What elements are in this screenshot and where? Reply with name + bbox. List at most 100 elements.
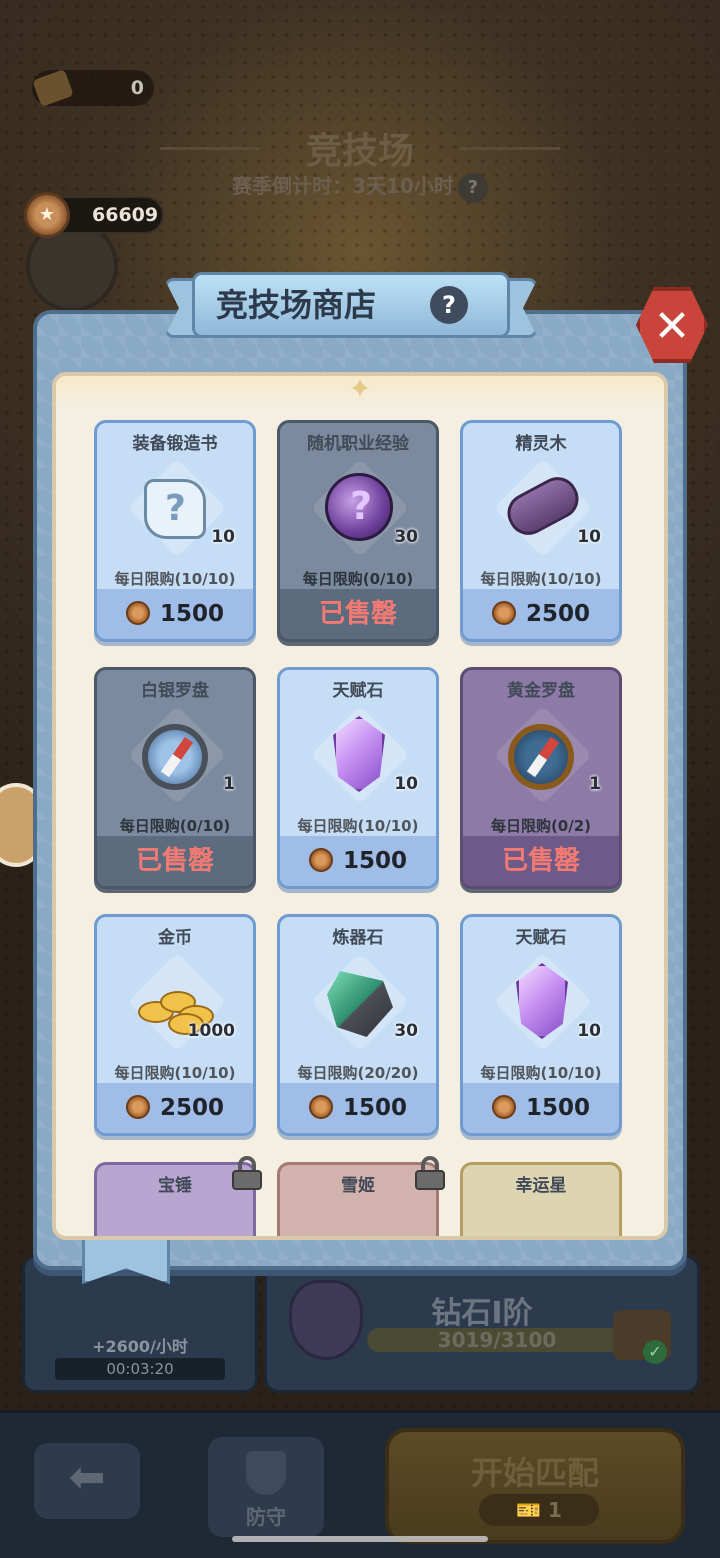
shop-item-card[interactable]: 装备锻造书 10 每日限购(10/10) 1500: [94, 420, 256, 642]
shop-item-card[interactable]: 随机职业经验 30 每日限购(0/10) 已售罄: [277, 420, 439, 642]
shop-item-card[interactable]: 精灵木 10 每日限购(10/10) 2500: [460, 420, 622, 642]
shop-title-banner: 竞技场商店 ?: [164, 272, 538, 342]
item-name: 黄金罗盘: [507, 681, 575, 701]
item-name: 金币: [158, 928, 192, 948]
item-price: 1500: [525, 1095, 590, 1121]
item-count: 1: [589, 774, 601, 794]
item-count: 1000: [187, 1021, 235, 1041]
talent-stone-icon: [310, 705, 410, 805]
shop-item-card[interactable]: 幸运星: [460, 1162, 622, 1236]
item-name: 炼器石: [332, 928, 384, 948]
arena-coin-icon: [491, 1094, 516, 1119]
item-count: 10: [211, 527, 235, 547]
item-price: 已售罄: [318, 599, 397, 629]
item-name: 雪姬: [341, 1176, 375, 1196]
price-button[interactable]: 1500: [97, 589, 253, 639]
ticket-count: 0: [130, 77, 144, 99]
coin-balance-value: 66609: [92, 204, 159, 226]
item-count: 30: [394, 527, 418, 547]
daily-limit: 每日限购(0/10): [119, 817, 231, 835]
shop-title: 竞技场商店: [216, 286, 377, 324]
item-name: 天赋石: [515, 928, 567, 948]
daily-limit: 每日限购(10/10): [480, 570, 602, 588]
start-match-label: 开始匹配: [470, 1454, 599, 1492]
daily-limit: 每日限购(10/10): [297, 817, 419, 835]
income-rate: +2600/小时: [92, 1337, 188, 1356]
gold-compass-icon: [493, 705, 593, 805]
item-count: 30: [394, 1021, 418, 1041]
shop-modal-content: ✦ 装备锻造书 10 每日限购(10/10) 1500 随机职业经验 30 每日限购(0/1…: [52, 372, 668, 1240]
start-match-button[interactable]: 开始匹配 🎫 1: [385, 1428, 685, 1544]
shop-item-card[interactable]: 白银罗盘 1 每日限购(0/10) 已售罄: [94, 667, 256, 889]
item-price: 2500: [159, 1095, 224, 1121]
item-price: 已售罄: [501, 846, 580, 876]
orb-icon: [310, 458, 410, 558]
item-count: 10: [577, 1021, 601, 1041]
item-grid: 装备锻造书 10 每日限购(10/10) 1500 随机职业经验 30 每日限购(0/10)…: [94, 420, 634, 1236]
item-count: 1: [223, 774, 235, 794]
item-price: 1500: [342, 1095, 407, 1121]
sold-out-label: 已售罄: [463, 836, 619, 886]
daily-limit: 每日限购(10/10): [114, 1064, 236, 1082]
item-name: 幸运星: [515, 1176, 567, 1196]
price-button[interactable]: 1500: [280, 836, 436, 886]
check-icon: ✓: [643, 1340, 667, 1364]
close-icon: ✕: [653, 301, 691, 352]
rank-progress-text: 3019/3100: [437, 1328, 557, 1352]
item-name: 白银罗盘: [141, 681, 209, 701]
talent-stone-icon: [493, 952, 593, 1052]
shop-item-card[interactable]: 金币 1000 每日限购(10/10) 2500: [94, 914, 256, 1136]
item-count: 10: [577, 527, 601, 547]
daily-limit: 每日限购(20/20): [297, 1064, 419, 1082]
arena-coin-icon: [308, 847, 333, 872]
season-help-icon[interactable]: ?: [457, 173, 488, 203]
item-name: 宝锤: [158, 1176, 192, 1196]
sold-out-label: 已售罄: [97, 836, 253, 886]
item-name: 天赋石: [332, 681, 384, 701]
item-price: 1500: [159, 601, 224, 627]
arena-coin-icon: [125, 1094, 150, 1119]
home-indicator: [232, 1536, 488, 1542]
price-button[interactable]: 1500: [280, 1083, 436, 1133]
shop-item-card[interactable]: 天赋石 10 每日限购(10/10) 1500: [460, 914, 622, 1136]
income-timer: 00:03:20: [55, 1358, 225, 1380]
rank-progress-bar: 3019/3100: [367, 1328, 627, 1352]
item-name: 精灵木: [515, 434, 567, 454]
daily-limit: 每日限购(0/2): [490, 817, 592, 835]
item-name: 随机职业经验: [307, 434, 409, 454]
ticket-counter: 0: [32, 69, 154, 107]
star-ornament-icon: ✦: [348, 372, 372, 405]
scroll-icon: [127, 458, 227, 558]
daily-limit: 每日限购(0/10): [302, 570, 414, 588]
season-countdown-text: 赛季倒计时：3天10小时: [232, 174, 454, 198]
price-button[interactable]: 2500: [97, 1083, 253, 1133]
arena-title: 竞技场: [305, 131, 414, 172]
lock-icon: [232, 1156, 262, 1190]
rank-panel[interactable]: 钻石I阶 3019/3100 ✓: [264, 1255, 700, 1393]
price-button[interactable]: 2500: [463, 589, 619, 639]
shop-item-card[interactable]: 炼器石 30 每日限购(20/20) 1500: [277, 914, 439, 1136]
refine-stone-icon: [310, 952, 410, 1052]
price-button[interactable]: 1500: [463, 1083, 619, 1133]
shop-help-icon[interactable]: ?: [430, 286, 468, 324]
daily-limit: 每日限购(10/10): [114, 570, 236, 588]
item-price: 1500: [342, 848, 407, 874]
sold-out-label: 已售罄: [280, 589, 436, 639]
arena-coin-icon: [491, 600, 516, 625]
item-count: 10: [394, 774, 418, 794]
inner-decoration: ✦: [56, 376, 664, 406]
shop-item-card[interactable]: 天赋石 10 每日限购(10/10) 1500: [277, 667, 439, 889]
item-price: 已售罄: [135, 846, 214, 876]
defend-button[interactable]: 防守: [208, 1437, 324, 1537]
ticket-icon: [32, 69, 74, 107]
item-price: 2500: [525, 601, 590, 627]
silver-compass-icon: [127, 705, 227, 805]
shop-item-card[interactable]: 黄金罗盘 1 每日限购(0/2) 已售罄: [460, 667, 622, 889]
back-button[interactable]: ⬅: [34, 1443, 140, 1519]
arena-coin-balance: ★ 66609: [24, 192, 164, 238]
defend-label: 防守: [246, 1505, 286, 1529]
match-cost: 🎫 1: [479, 1494, 599, 1526]
income-panel[interactable]: +2600/小时 00:03:20: [22, 1255, 258, 1393]
arena-coin-icon: [125, 600, 150, 625]
daily-limit: 每日限购(10/10): [480, 1064, 602, 1082]
